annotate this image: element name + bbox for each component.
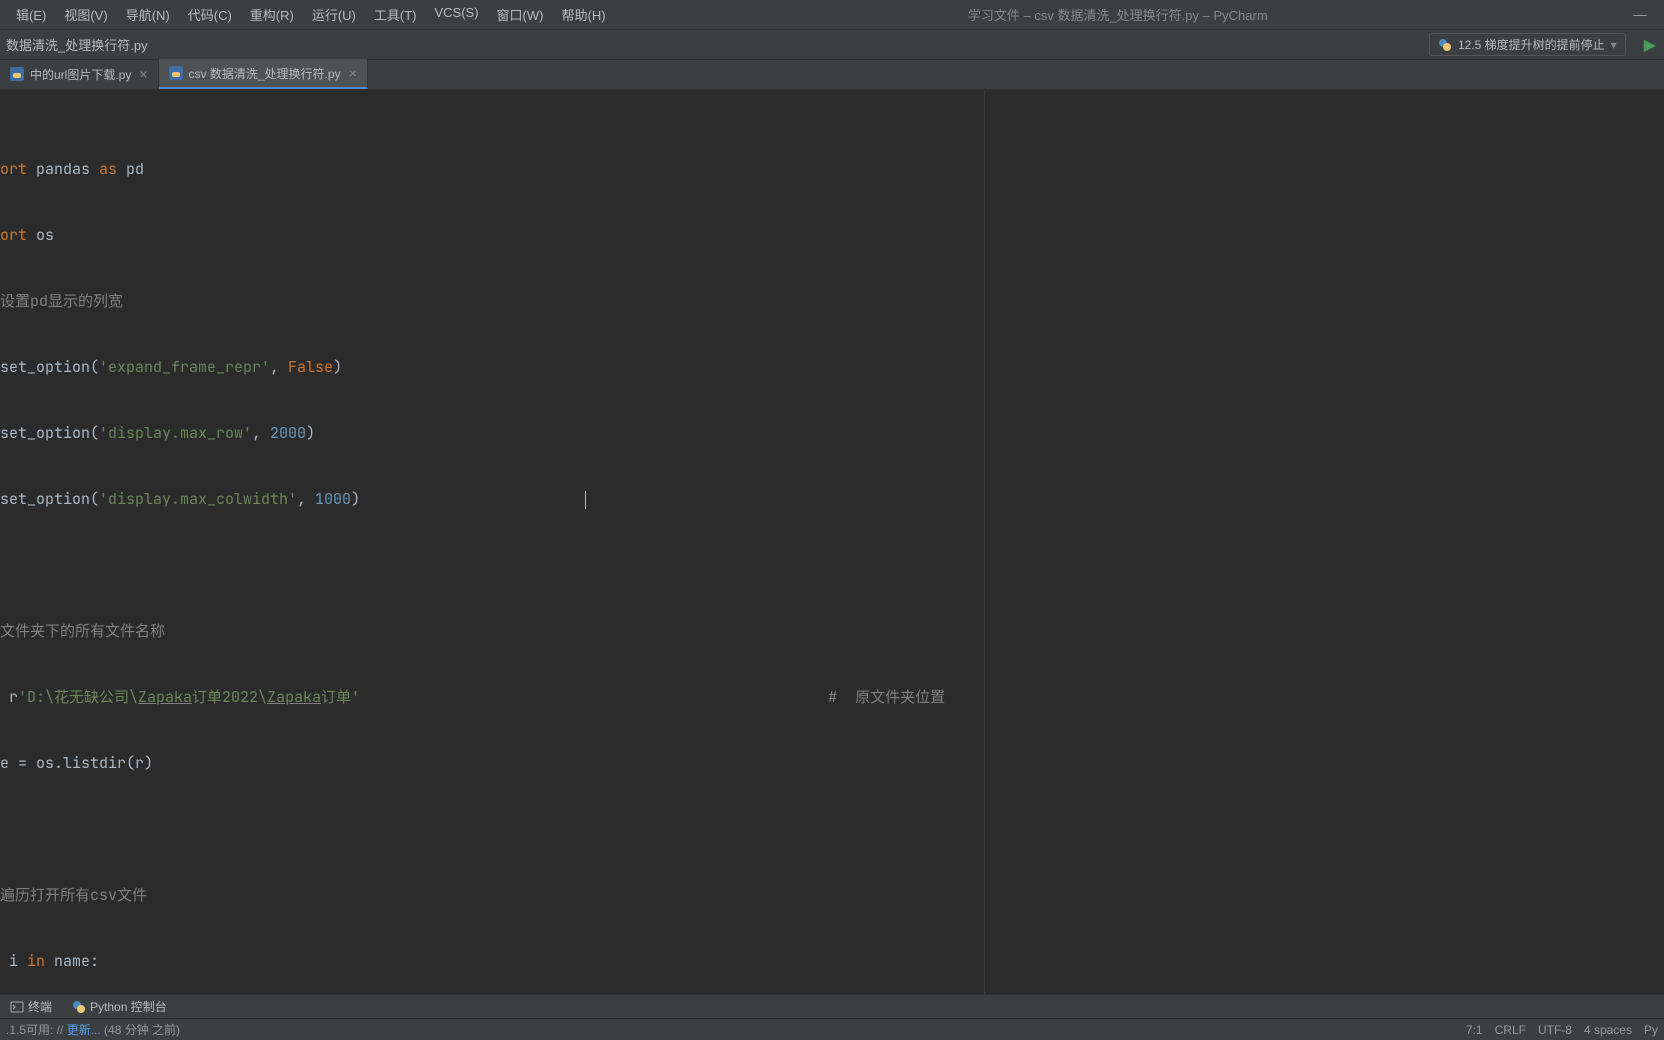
run-config-selector[interactable]: 12.5 梯度提升树的提前停止 ▾: [1429, 33, 1626, 56]
python-file-icon: [10, 67, 24, 81]
menu-nav[interactable]: 导航(N): [118, 2, 178, 27]
update-link[interactable]: 更新...: [67, 1023, 101, 1037]
titlebar: 辑(E) 视图(V) 导航(N) 代码(C) 重构(R) 运行(U) 工具(T)…: [0, 0, 1664, 30]
window-controls: —: [1622, 7, 1664, 22]
indent[interactable]: 4 spaces: [1584, 1023, 1632, 1037]
window-title: 学习文件 – csv 数据清洗_处理换行符.py – PyCharm: [614, 5, 1622, 24]
line-separator[interactable]: CRLF: [1495, 1023, 1526, 1037]
chevron-down-icon: ▾: [1611, 38, 1617, 52]
close-icon[interactable]: ×: [139, 66, 147, 82]
menu-window[interactable]: 窗口(W): [489, 2, 552, 27]
main-menu: 辑(E) 视图(V) 导航(N) 代码(C) 重构(R) 运行(U) 工具(T)…: [0, 2, 614, 27]
interpreter[interactable]: Py: [1644, 1023, 1658, 1037]
bottom-tool-strip: 终端 Python 控制台: [0, 994, 1664, 1018]
tab-url-download[interactable]: 中的url图片下载.py ×: [0, 59, 159, 89]
terminal-panel-button[interactable]: 终端: [0, 998, 62, 1015]
status-bar: .1.5可用: // 更新... (48 分钟 之前) 7:1 CRLF UTF…: [0, 1018, 1664, 1040]
right-margin-ruler: [984, 90, 985, 994]
minimize-icon[interactable]: —: [1622, 7, 1658, 22]
tab-label: 中的url图片下载.py: [30, 66, 131, 83]
cursor-position[interactable]: 7:1: [1466, 1023, 1483, 1037]
menu-code[interactable]: 代码(C): [180, 2, 240, 27]
cursor: [585, 491, 586, 509]
menu-view[interactable]: 视图(V): [56, 2, 115, 27]
python-console-button[interactable]: Python 控制台: [62, 998, 177, 1015]
close-icon[interactable]: ×: [349, 65, 357, 81]
menu-edit[interactable]: 辑(E): [8, 2, 54, 27]
menu-refactor[interactable]: 重构(R): [242, 2, 302, 27]
menu-tools[interactable]: 工具(T): [366, 2, 425, 27]
python-file-icon: [169, 66, 183, 80]
tab-label: csv 数据清洗_处理换行符.py: [189, 65, 341, 82]
tab-csv-clean[interactable]: csv 数据清洗_处理换行符.py ×: [159, 59, 368, 89]
run-config-label: 12.5 梯度提升树的提前停止: [1458, 36, 1605, 53]
python-icon: [1438, 38, 1452, 52]
menu-vcs[interactable]: VCS(S): [426, 2, 486, 27]
navigation-bar: 数据清洗_处理换行符.py 12.5 梯度提升树的提前停止 ▾ ▶: [0, 30, 1664, 60]
run-button[interactable]: ▶: [1636, 35, 1664, 55]
code-editor[interactable]: ort pandas as pd ort os 设置pd显示的列宽 set_op…: [0, 90, 1664, 994]
breadcrumb[interactable]: 数据清洗_处理换行符.py: [0, 35, 1429, 54]
menu-run[interactable]: 运行(U): [304, 2, 364, 27]
python-console-label: Python 控制台: [90, 998, 167, 1015]
terminal-icon: [10, 1000, 24, 1014]
menu-help[interactable]: 帮助(H): [553, 2, 613, 27]
python-icon: [72, 1000, 86, 1014]
encoding[interactable]: UTF-8: [1538, 1023, 1572, 1037]
terminal-label: 终端: [28, 998, 52, 1015]
editor-tabs: 中的url图片下载.py × csv 数据清洗_处理换行符.py ×: [0, 60, 1664, 90]
status-message: .1.5可用: // 更新... (48 分钟 之前): [0, 1021, 1466, 1038]
